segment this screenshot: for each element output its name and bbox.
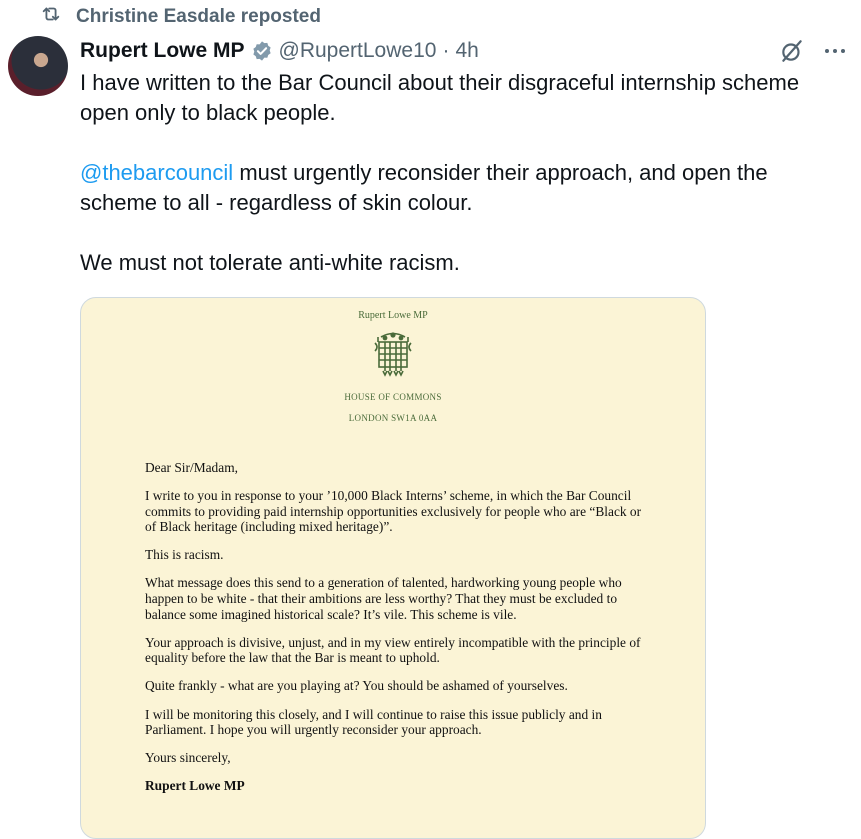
tweet-line-2: @thebarcouncil must urgently reconsider … (80, 158, 850, 218)
portcullis-icon (373, 331, 413, 377)
letterhead-address: LONDON SW1A 0AA (348, 413, 438, 423)
avatar[interactable] (8, 36, 68, 96)
repost-indicator[interactable]: Christine Easdale reposted (40, 4, 321, 30)
verified-badge-icon[interactable] (251, 40, 273, 62)
timestamp[interactable]: 4h (455, 39, 478, 63)
grok-icon[interactable] (779, 38, 805, 64)
letter-body: Dear Sir/Madam, I write to you in respon… (145, 460, 651, 806)
letter-paragraph-2: This is racism. (145, 547, 224, 563)
letter-paragraph-5: Quite frankly - what are you playing at?… (145, 678, 568, 694)
letter-greeting: Dear Sir/Madam, (145, 460, 238, 475)
tweet-actions (779, 38, 847, 64)
mention-link[interactable]: @thebarcouncil (80, 160, 233, 185)
repost-icon (40, 3, 62, 31)
more-icon[interactable] (823, 39, 847, 63)
letter-paragraph-3: What message does this send to a generat… (145, 575, 622, 622)
tweet-line-1: I have written to the Bar Council about … (80, 70, 800, 125)
author-name[interactable]: Rupert Lowe MP (80, 39, 245, 63)
repost-text[interactable]: Christine Easdale reposted (76, 6, 321, 28)
letter-signature: Rupert Lowe MP (145, 778, 245, 794)
separator-dot: · (442, 39, 450, 62)
attached-letter-image[interactable]: Rupert Lowe MP HOUSE OF COMMONS LONDON S… (80, 297, 706, 839)
letter-paragraph-1: I write to you in response to your ’10,0… (145, 488, 642, 535)
letter-closing: Yours sincerely, (145, 750, 231, 766)
letter-paragraph-6: I will be monitoring this closely, and I… (145, 706, 602, 738)
letterhead-house: HOUSE OF COMMONS (344, 392, 442, 402)
tweet-line-3: We must not tolerate anti-white racism. (80, 250, 460, 275)
letterhead-name: Rupert Lowe MP (358, 310, 428, 321)
tweet-text: I have written to the Bar Council about … (80, 68, 850, 278)
letter-paragraph-4: Your approach is divisive, unjust, and i… (145, 634, 641, 666)
author-handle[interactable]: @RupertLowe10 (279, 39, 437, 63)
tweet-header: Rupert Lowe MP @RupertLowe10 · 4h (80, 36, 479, 66)
